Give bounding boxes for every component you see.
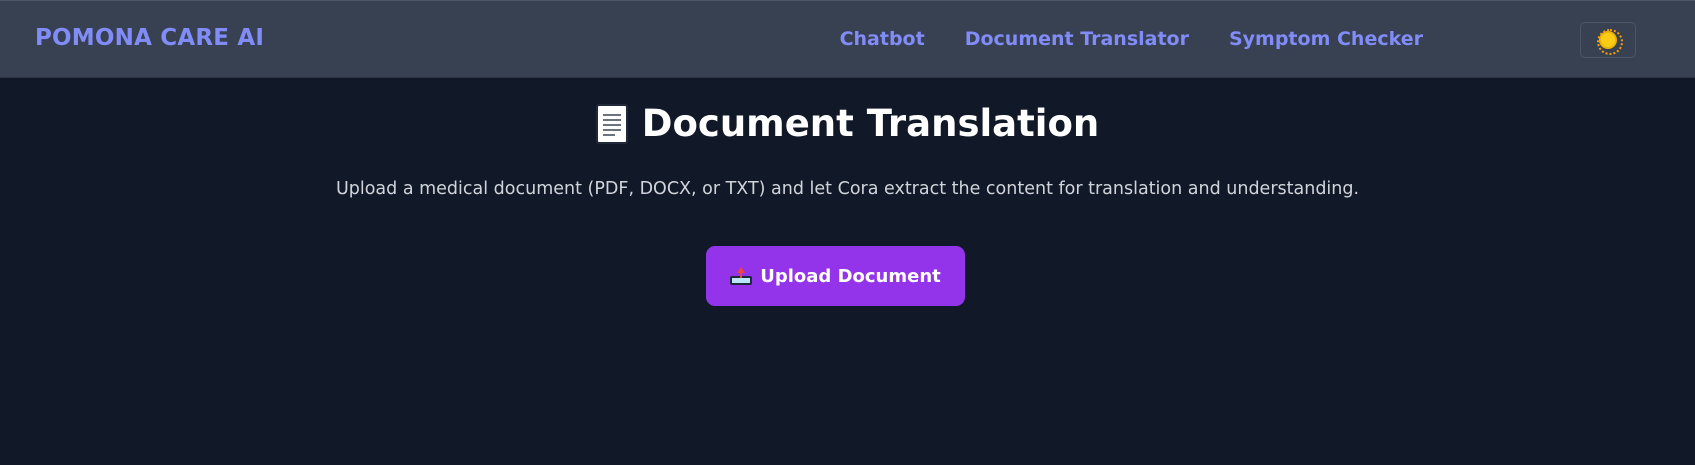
- sun-icon: [1597, 29, 1623, 55]
- nav-link-chatbot[interactable]: Chatbot: [840, 28, 925, 50]
- nav-link-document-translator[interactable]: Document Translator: [965, 28, 1189, 50]
- main-content: Document Translation Upload a medical do…: [0, 78, 1695, 465]
- page-title-row: Document Translation: [0, 102, 1695, 145]
- page-description: Upload a medical document (PDF, DOCX, or…: [335, 179, 1360, 199]
- upload-document-button[interactable]: Upload Document: [706, 246, 965, 306]
- nav-links: Chatbot Document Translator Symptom Chec…: [840, 28, 1423, 50]
- upload-button-label: Upload Document: [760, 265, 941, 287]
- nav-link-symptom-checker[interactable]: Symptom Checker: [1229, 28, 1423, 50]
- page-title: Document Translation: [641, 102, 1100, 145]
- document-icon: [595, 103, 628, 144]
- theme-toggle-button[interactable]: [1580, 22, 1636, 58]
- brand-logo[interactable]: POMONA CARE AI: [35, 25, 264, 51]
- top-navbar: POMONA CARE AI Chatbot Document Translat…: [0, 0, 1695, 78]
- outbox-tray-icon: [730, 267, 753, 285]
